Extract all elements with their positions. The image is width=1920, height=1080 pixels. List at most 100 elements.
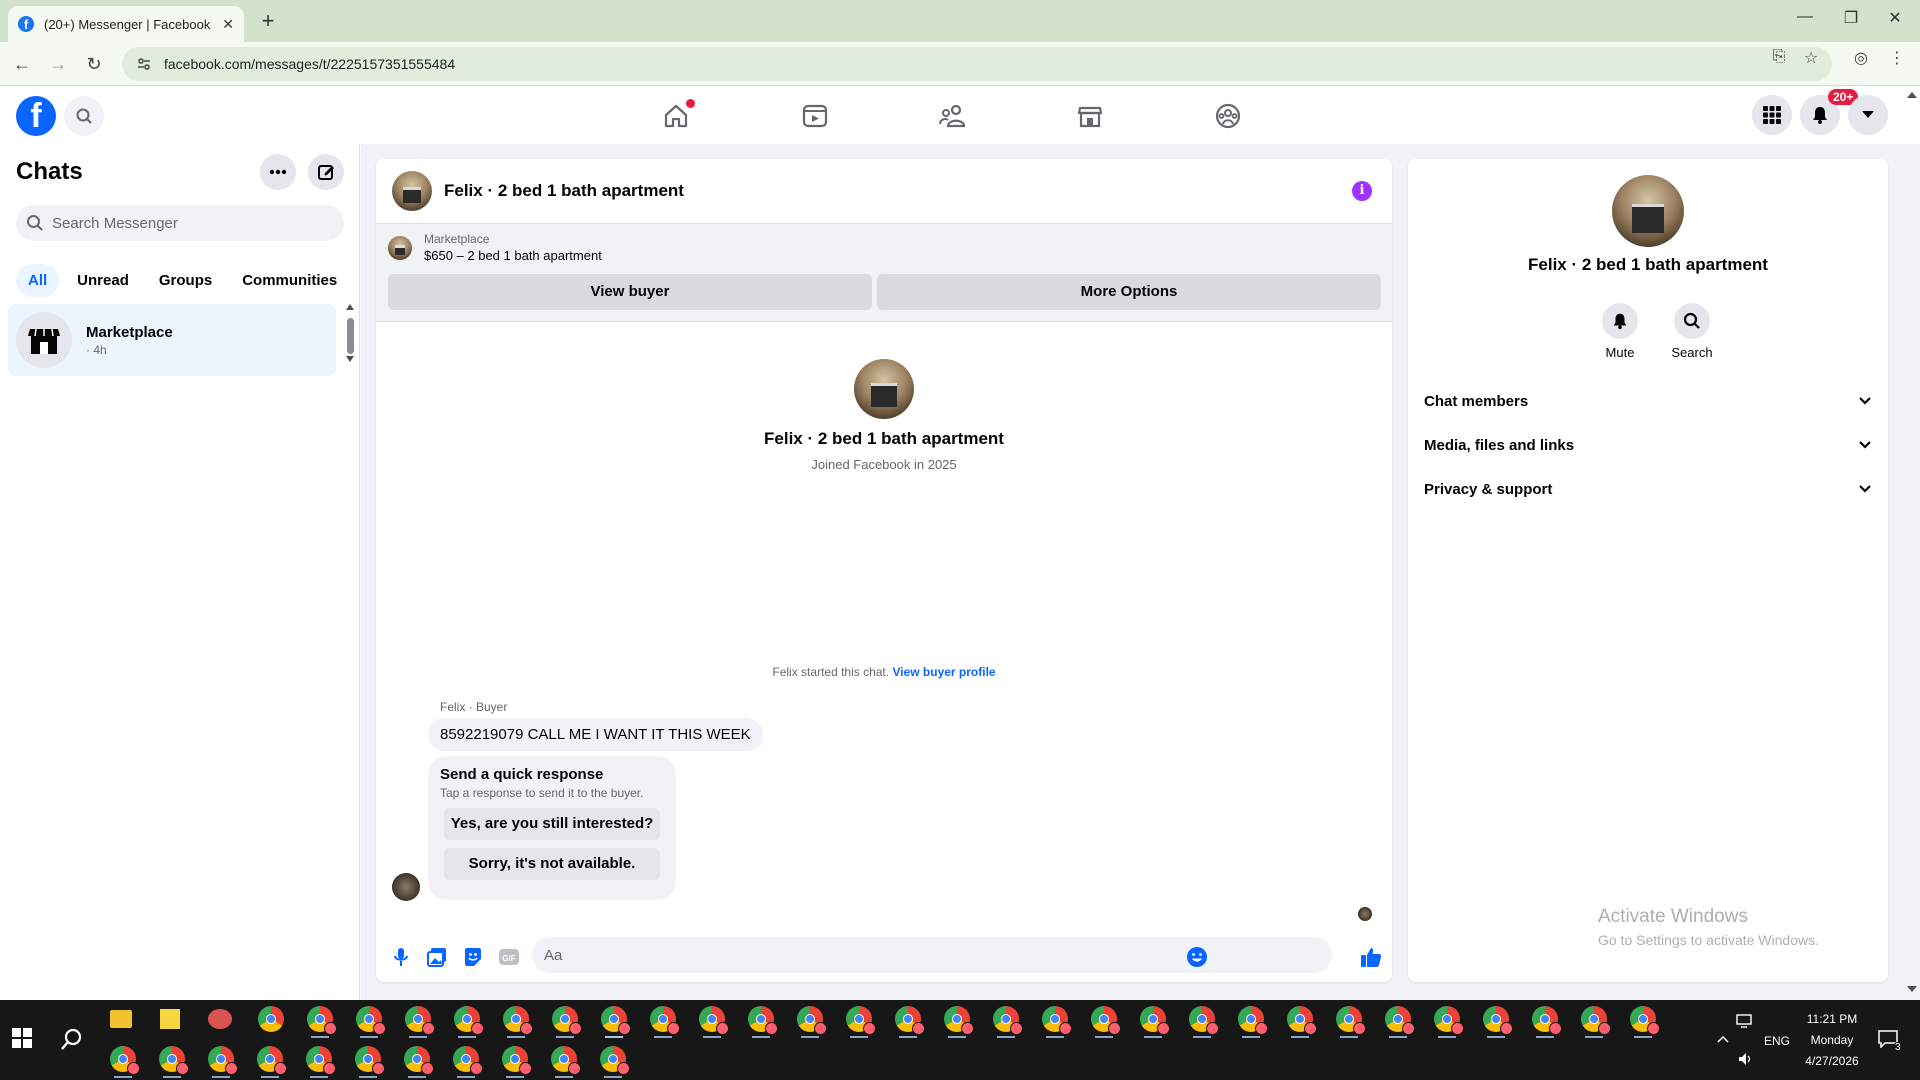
network-icon[interactable] bbox=[1736, 1014, 1752, 1028]
chrome-profile-icon[interactable] bbox=[208, 1046, 238, 1075]
scroll-down-icon[interactable] bbox=[1907, 986, 1917, 992]
chat-members-section[interactable]: Chat members bbox=[1424, 379, 1872, 423]
filter-all[interactable]: All bbox=[16, 264, 60, 297]
chrome-profile-icon[interactable] bbox=[1385, 1006, 1415, 1035]
chrome-profile-icon[interactable] bbox=[944, 1006, 974, 1035]
chrome-profile-icon[interactable] bbox=[306, 1046, 336, 1075]
chrome-profile-icon[interactable] bbox=[1189, 1006, 1219, 1035]
site-info-icon[interactable] bbox=[136, 56, 152, 72]
chrome-profile-icon[interactable] bbox=[797, 1006, 827, 1035]
chats-options-button[interactable] bbox=[260, 154, 296, 190]
mute-button[interactable]: Mute bbox=[1590, 303, 1650, 360]
listing-title[interactable]: $650 – 2 bed 1 bath apartment bbox=[424, 248, 602, 263]
taskbar-search-icon[interactable] bbox=[60, 1027, 84, 1051]
new-message-button[interactable] bbox=[308, 154, 344, 190]
chrome-profile-icon[interactable] bbox=[1434, 1006, 1464, 1035]
chrome-profile-icon[interactable] bbox=[1042, 1006, 1072, 1035]
browser-tab[interactable]: f (20+) Messenger | Facebook ✕ bbox=[8, 6, 244, 42]
apps-grid-icon[interactable] bbox=[1752, 95, 1792, 135]
more-options-button[interactable]: More Options bbox=[877, 274, 1381, 310]
chrome-profile-icon[interactable] bbox=[1630, 1006, 1660, 1035]
chrome-profile-icon[interactable] bbox=[404, 1046, 434, 1075]
close-tab-icon[interactable]: ✕ bbox=[222, 16, 234, 33]
chrome-profile-icon[interactable] bbox=[1336, 1006, 1366, 1035]
chrome-icon[interactable] bbox=[258, 1006, 284, 1032]
filter-groups[interactable]: Groups bbox=[147, 264, 224, 297]
reload-icon[interactable]: ↻ bbox=[82, 52, 106, 76]
chrome-profile-icon[interactable] bbox=[110, 1046, 140, 1075]
chrome-profile-icon[interactable] bbox=[503, 1006, 533, 1035]
chrome-profile-icon[interactable] bbox=[1483, 1006, 1513, 1035]
details-avatar[interactable] bbox=[1612, 175, 1684, 247]
sticky-notes-icon[interactable] bbox=[160, 1009, 180, 1029]
filter-communities[interactable]: Communities bbox=[230, 264, 349, 297]
chrome-profile-icon[interactable] bbox=[895, 1006, 925, 1035]
search-messenger-input[interactable] bbox=[52, 214, 332, 232]
chrome-profile-icon[interactable] bbox=[1532, 1006, 1562, 1035]
chrome-profile-icon[interactable] bbox=[846, 1006, 876, 1035]
clock-date[interactable]: 4/27/2026 bbox=[1798, 1054, 1866, 1068]
forward-icon[interactable]: → bbox=[46, 52, 70, 76]
search-conversation-button[interactable]: Search bbox=[1662, 303, 1722, 360]
close-window-icon[interactable]: ✕ bbox=[1880, 8, 1910, 28]
facebook-logo[interactable]: f bbox=[16, 96, 56, 136]
chrome-profile-icon[interactable] bbox=[1140, 1006, 1170, 1035]
chrome-profile-icon[interactable] bbox=[1581, 1006, 1611, 1035]
chrome-profile-icon[interactable] bbox=[993, 1006, 1023, 1035]
profile-icon[interactable]: ◎ bbox=[1850, 48, 1872, 70]
privacy-support-section[interactable]: Privacy & support bbox=[1424, 467, 1872, 511]
scroll-up-icon[interactable] bbox=[1907, 92, 1917, 98]
view-buyer-profile-link[interactable]: View buyer profile bbox=[892, 665, 995, 679]
menu-dots-icon[interactable]: ⋮ bbox=[1886, 48, 1908, 70]
conversation-title[interactable]: Felix · 2 bed 1 bath apartment bbox=[444, 181, 684, 201]
snipping-tool-icon[interactable] bbox=[208, 1009, 232, 1029]
chrome-profile-icon[interactable] bbox=[650, 1006, 680, 1035]
groups-icon[interactable] bbox=[1210, 98, 1246, 134]
restore-icon[interactable]: ❐ bbox=[1836, 8, 1866, 28]
quick-response-still-interested[interactable]: Yes, are you still interested? bbox=[444, 808, 660, 840]
chrome-profile-icon[interactable] bbox=[159, 1046, 189, 1075]
facebook-search-button[interactable] bbox=[64, 96, 104, 136]
volume-icon[interactable] bbox=[1738, 1052, 1754, 1066]
chrome-profile-icon[interactable] bbox=[502, 1046, 532, 1075]
windows-start-icon[interactable] bbox=[12, 1028, 32, 1048]
account-caret-icon[interactable] bbox=[1848, 95, 1888, 135]
chrome-profile-icon[interactable] bbox=[453, 1046, 483, 1075]
chrome-profile-icon[interactable] bbox=[356, 1006, 386, 1035]
clock-day[interactable]: Monday bbox=[1804, 1033, 1860, 1047]
chat-list-scrollbar[interactable] bbox=[346, 304, 354, 514]
chrome-profile-icon[interactable] bbox=[601, 1006, 631, 1035]
microphone-icon[interactable] bbox=[390, 946, 412, 968]
chrome-profile-icon[interactable] bbox=[600, 1046, 630, 1075]
thumbs-up-icon[interactable] bbox=[1360, 946, 1382, 968]
scroll-up-icon[interactable] bbox=[346, 304, 354, 310]
chrome-profile-icon[interactable] bbox=[551, 1046, 581, 1075]
chrome-profile-icon[interactable] bbox=[1091, 1006, 1121, 1035]
media-files-links-section[interactable]: Media, files and links bbox=[1424, 423, 1872, 467]
view-buyer-button[interactable]: View buyer bbox=[388, 274, 872, 310]
message-bubble[interactable]: 8592219079 CALL ME I WANT IT THIS WEEK bbox=[428, 718, 763, 751]
chrome-profile-icon[interactable] bbox=[748, 1006, 778, 1035]
chrome-profile-icon[interactable] bbox=[405, 1006, 435, 1035]
show-hidden-icons-icon[interactable] bbox=[1716, 1034, 1730, 1044]
contact-avatar[interactable] bbox=[392, 171, 432, 211]
chrome-profile-icon[interactable] bbox=[454, 1006, 484, 1035]
marketplace-icon[interactable] bbox=[1072, 98, 1108, 134]
bookmark-star-icon[interactable]: ☆ bbox=[1800, 48, 1822, 70]
video-icon[interactable] bbox=[797, 98, 833, 134]
chrome-profile-icon[interactable] bbox=[307, 1006, 337, 1035]
clock-time[interactable]: 11:21 PM bbox=[1804, 1012, 1860, 1026]
language-indicator[interactable]: ENG bbox=[1764, 1034, 1790, 1048]
scroll-down-icon[interactable] bbox=[346, 356, 354, 362]
scrollbar-thumb[interactable] bbox=[347, 318, 354, 354]
chrome-profile-icon[interactable] bbox=[1287, 1006, 1317, 1035]
file-explorer-icon[interactable] bbox=[110, 1010, 132, 1028]
profile-avatar[interactable] bbox=[854, 359, 914, 419]
filter-unread[interactable]: Unread bbox=[65, 264, 141, 297]
quick-response-not-available[interactable]: Sorry, it's not available. bbox=[444, 848, 660, 880]
emoji-icon[interactable] bbox=[1186, 946, 1208, 968]
page-scrollbar[interactable] bbox=[1904, 86, 1920, 1000]
chat-list-item[interactable]: Marketplace · 4h bbox=[8, 304, 336, 376]
friends-icon[interactable] bbox=[935, 98, 971, 134]
chrome-profile-icon[interactable] bbox=[257, 1046, 287, 1075]
